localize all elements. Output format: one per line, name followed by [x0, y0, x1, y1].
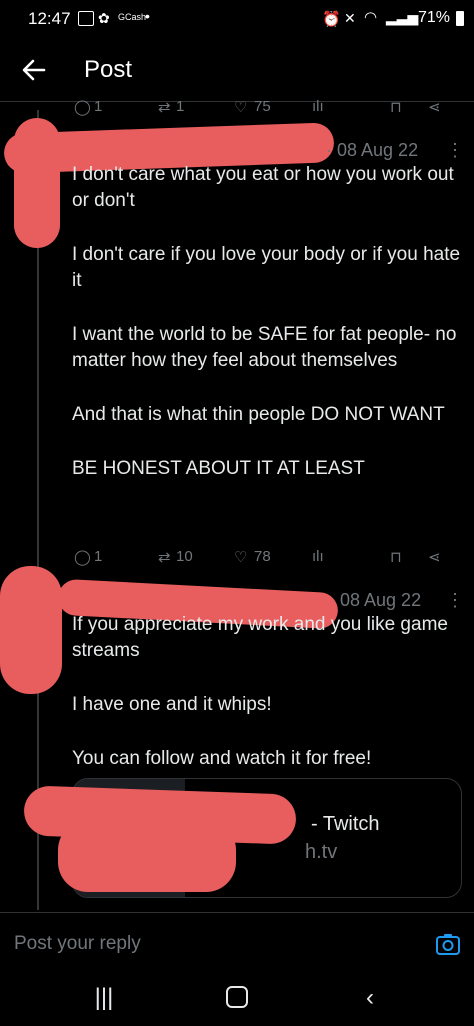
redaction-avatar — [14, 118, 60, 248]
tweet2-text: If you appreciate my work and you like g… — [72, 612, 462, 800]
gallery-icon — [78, 11, 94, 26]
link-card-domain: h.tv — [305, 841, 338, 863]
reply-icon[interactable]: ◯ — [74, 548, 91, 566]
reply-input[interactable]: Post your reply — [14, 933, 141, 955]
share-icon[interactable]: ⋖ — [428, 548, 441, 566]
like-count: 78 — [254, 548, 271, 565]
tweet1-actions: ◯ 1 ⇄ 10 ♡ 78 ılı ⊓ ⋖ — [72, 546, 452, 570]
like-icon[interactable]: ♡ — [234, 98, 247, 116]
repost-count: 10 — [176, 548, 193, 565]
tweet1-para: I don't care if you love your body or if… — [72, 244, 461, 291]
gcash-icon: GCash — [118, 12, 147, 22]
tweet1-more-icon[interactable]: ⋮ — [446, 140, 464, 161]
tweet2-date: 08 Aug 22 — [340, 590, 422, 610]
tweet2-para: You can follow and watch it for free! — [72, 748, 372, 769]
notification-icon: ✿ — [98, 10, 110, 26]
tweet1-date: · 08 Aug 22 — [326, 140, 419, 160]
system-nav-bar: ||| ‹ — [0, 974, 474, 1026]
camera-icon[interactable] — [436, 933, 460, 955]
share-icon[interactable]: ⋖ — [428, 98, 441, 116]
back-arrow-icon[interactable] — [18, 54, 50, 86]
views-icon[interactable]: ılı — [312, 548, 324, 565]
status-bar: 12:47 ✿ GCash • ⏰ ✕ ◠ ▂▃▅ 71% — [0, 0, 474, 40]
page-title: Post — [84, 56, 133, 83]
tweet2-more-icon[interactable]: ⋮ — [446, 590, 464, 611]
reply-count: 1 — [94, 548, 103, 565]
bookmark-icon[interactable]: ⊓ — [390, 548, 402, 566]
alarm-icon: ⏰ — [322, 11, 341, 28]
tweet1-text: I don't care what you eat or how you wor… — [72, 162, 462, 510]
status-time: 12:47 — [28, 9, 71, 28]
signal-icon: ▂▃▅ — [386, 9, 419, 25]
repost-icon[interactable]: ⇄ — [158, 98, 171, 116]
tweet1-para: BE HONEST ABOUT IT AT LEAST — [72, 458, 365, 479]
dot-icon: • — [145, 8, 150, 24]
recents-icon[interactable]: ||| — [84, 984, 124, 1014]
redaction-card — [58, 820, 236, 892]
reply-bar[interactable]: Post your reply — [0, 912, 474, 975]
battery-icon — [456, 11, 464, 26]
tweet1-para: I want the world to be SAFE for fat peop… — [72, 324, 457, 371]
wifi-icon: ◠ — [364, 9, 378, 26]
bookmark-icon[interactable]: ⊓ — [390, 98, 402, 116]
reply-icon[interactable]: ◯ — [74, 98, 91, 116]
redaction-avatar — [0, 566, 62, 694]
prev-tweet-actions: ◯ 1 ⇄ 1 ♡ 75 ılı ⊓ ⋖ — [72, 96, 452, 120]
tweet1-para: And that is what thin people DO NOT WANT — [72, 404, 445, 425]
reply-count: 1 — [94, 98, 103, 115]
home-icon[interactable] — [226, 986, 248, 1008]
link-card-title: - Twitch — [311, 813, 380, 835]
tweet1-para: I don't care what you eat or how you wor… — [72, 164, 454, 211]
repost-count: 1 — [176, 98, 185, 115]
views-icon[interactable]: ılı — [312, 98, 324, 115]
tweet2-para: I have one and it whips! — [72, 694, 272, 715]
header: Post — [0, 40, 474, 102]
like-count: 75 — [254, 98, 271, 115]
tweet2-para: If you appreciate my work and you like g… — [72, 614, 448, 661]
battery-percent: 71% — [418, 9, 451, 26]
mute-icon: ✕ — [344, 10, 356, 26]
repost-icon[interactable]: ⇄ — [158, 548, 171, 566]
back-nav-icon[interactable]: ‹ — [350, 984, 390, 1014]
like-icon[interactable]: ♡ — [234, 548, 247, 566]
